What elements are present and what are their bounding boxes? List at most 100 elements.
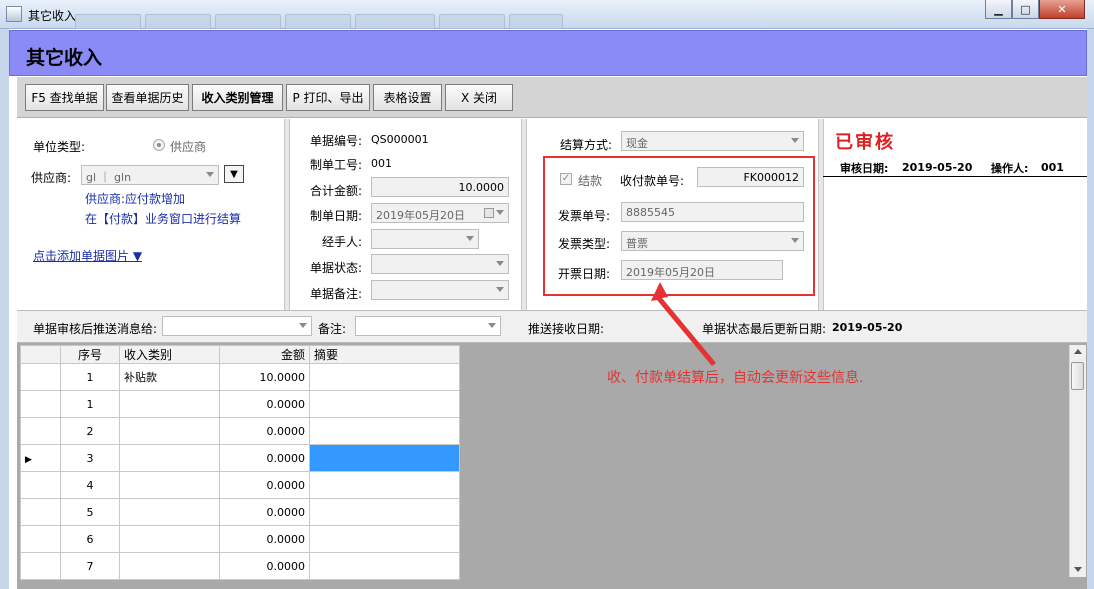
supplier-label: 供应商: <box>31 171 72 185</box>
table-row[interactable]: 6 0.0000 <box>20 525 460 553</box>
document-history-button[interactable]: 查看单据历史 <box>106 84 189 111</box>
column-header-category[interactable]: 收入类别 <box>119 345 220 364</box>
chevron-down-icon <box>496 287 504 292</box>
table-row[interactable]: 4 0.0000 <box>20 471 460 499</box>
table-row[interactable]: 1 0.0000 <box>20 390 460 418</box>
row-indicator[interactable] <box>20 498 61 526</box>
approved-stamp: 已审核 <box>835 132 895 153</box>
cell-category[interactable] <box>119 444 220 472</box>
cell-memo[interactable] <box>309 471 460 499</box>
row-indicator[interactable] <box>20 363 61 391</box>
column-header-seq[interactable]: 序号 <box>60 345 120 364</box>
cell-category[interactable] <box>119 471 220 499</box>
table-row[interactable]: 2 0.0000 <box>20 417 460 445</box>
cell-category[interactable]: 补贴款 <box>119 363 220 391</box>
row-indicator[interactable] <box>20 552 61 580</box>
close-window-button[interactable]: ✕ <box>1039 0 1085 19</box>
supplier-value: gl ｜ gln <box>86 171 132 184</box>
items-grid: 序号 收入类别 金额 摘要 1 补贴款 10.0000 1 0.0000 2 0… <box>20 345 460 580</box>
table-row[interactable]: ▶ 3 0.0000 <box>20 444 460 472</box>
cell-seq[interactable]: 1 <box>60 390 120 418</box>
cell-memo[interactable] <box>309 498 460 526</box>
background-tab <box>215 14 281 29</box>
info-remark-select[interactable] <box>355 316 501 336</box>
remark-select[interactable] <box>371 280 509 300</box>
cell-seq[interactable]: 2 <box>60 417 120 445</box>
audit-date-value: 2019-05-20 <box>902 161 973 174</box>
cell-category[interactable] <box>119 498 220 526</box>
cell-memo[interactable] <box>309 525 460 553</box>
supplier-picker-button[interactable]: ▼ <box>224 165 244 183</box>
settle-method-select[interactable]: 现金 <box>621 131 804 151</box>
last-update-value: 2019-05-20 <box>832 321 903 334</box>
cell-category[interactable] <box>119 525 220 553</box>
cell-category[interactable] <box>119 390 220 418</box>
cell-memo[interactable] <box>309 363 460 391</box>
page-title: 其它收入 <box>26 47 103 69</box>
background-tab <box>75 14 141 29</box>
status-select[interactable] <box>371 254 509 274</box>
cell-memo-selected[interactable] <box>309 444 460 472</box>
cell-amount[interactable]: 0.0000 <box>219 498 310 526</box>
cell-memo[interactable] <box>309 417 460 445</box>
cell-amount[interactable]: 0.0000 <box>219 390 310 418</box>
remark-label: 单据备注: <box>310 287 363 301</box>
close-button[interactable]: X 关闭 <box>445 84 513 111</box>
panel-divider <box>521 119 527 310</box>
total-field: 10.0000 <box>371 177 509 197</box>
find-document-button[interactable]: F5 查找单据 <box>25 84 104 111</box>
maker-value: 001 <box>371 157 392 170</box>
scroll-down-icon[interactable] <box>1074 567 1082 572</box>
cell-amount[interactable]: 0.0000 <box>219 525 310 553</box>
cell-seq[interactable]: 4 <box>60 471 120 499</box>
table-settings-button[interactable]: 表格设置 <box>373 84 442 111</box>
cell-category[interactable] <box>119 552 220 580</box>
scroll-up-icon[interactable] <box>1074 349 1082 354</box>
status-label: 单据状态: <box>310 261 363 275</box>
cell-category[interactable] <box>119 417 220 445</box>
minimize-button[interactable]: ▁ <box>985 0 1012 19</box>
column-header-amount[interactable]: 金额 <box>219 345 310 364</box>
cell-seq[interactable]: 5 <box>60 498 120 526</box>
cell-amount[interactable]: 0.0000 <box>219 471 310 499</box>
chevron-down-icon <box>488 323 496 328</box>
info-remark-label: 备注: <box>318 322 347 336</box>
cell-seq[interactable]: 3 <box>60 444 120 472</box>
current-row-indicator[interactable]: ▶ <box>20 444 61 472</box>
cell-seq[interactable]: 1 <box>60 363 120 391</box>
cell-memo[interactable] <box>309 552 460 580</box>
supplier-note-line1: 供应商:应付款增加 <box>85 192 186 206</box>
handler-select[interactable] <box>371 229 479 249</box>
cell-amount[interactable]: 10.0000 <box>219 363 310 391</box>
push-recipient-select[interactable] <box>162 316 312 336</box>
operator-value: 001 <box>1041 161 1064 174</box>
table-row[interactable]: 5 0.0000 <box>20 498 460 526</box>
print-export-button[interactable]: P 打印、导出 <box>286 84 370 111</box>
income-category-button[interactable]: 收入类别管理 <box>192 84 283 111</box>
column-header-memo[interactable]: 摘要 <box>309 345 460 364</box>
date-picker[interactable]: 2019年05月20日 <box>371 203 509 223</box>
cell-amount[interactable]: 0.0000 <box>219 417 310 445</box>
maker-label: 制单工号: <box>310 158 363 172</box>
background-tab <box>145 14 211 29</box>
background-tab <box>439 14 505 29</box>
supplier-select[interactable]: gl ｜ gln <box>81 165 219 185</box>
cell-seq[interactable]: 6 <box>60 525 120 553</box>
chevron-down-icon <box>496 210 504 215</box>
table-row[interactable]: 7 0.0000 <box>20 552 460 580</box>
cell-seq[interactable]: 7 <box>60 552 120 580</box>
add-image-link[interactable]: 点击添加单据图片 ▼ <box>33 247 142 264</box>
row-indicator[interactable] <box>20 390 61 418</box>
row-indicator[interactable] <box>20 525 61 553</box>
scroll-thumb[interactable] <box>1071 362 1084 390</box>
supplier-radio[interactable] <box>153 139 165 151</box>
row-indicator[interactable] <box>20 417 61 445</box>
app-icon <box>6 6 22 22</box>
cell-amount[interactable]: 0.0000 <box>219 552 310 580</box>
maximize-button[interactable]: □ <box>1012 0 1039 19</box>
row-indicator[interactable] <box>20 471 61 499</box>
table-row[interactable]: 1 补贴款 10.0000 <box>20 363 460 391</box>
chevron-down-icon <box>496 261 504 266</box>
cell-memo[interactable] <box>309 390 460 418</box>
cell-amount[interactable]: 0.0000 <box>219 444 310 472</box>
